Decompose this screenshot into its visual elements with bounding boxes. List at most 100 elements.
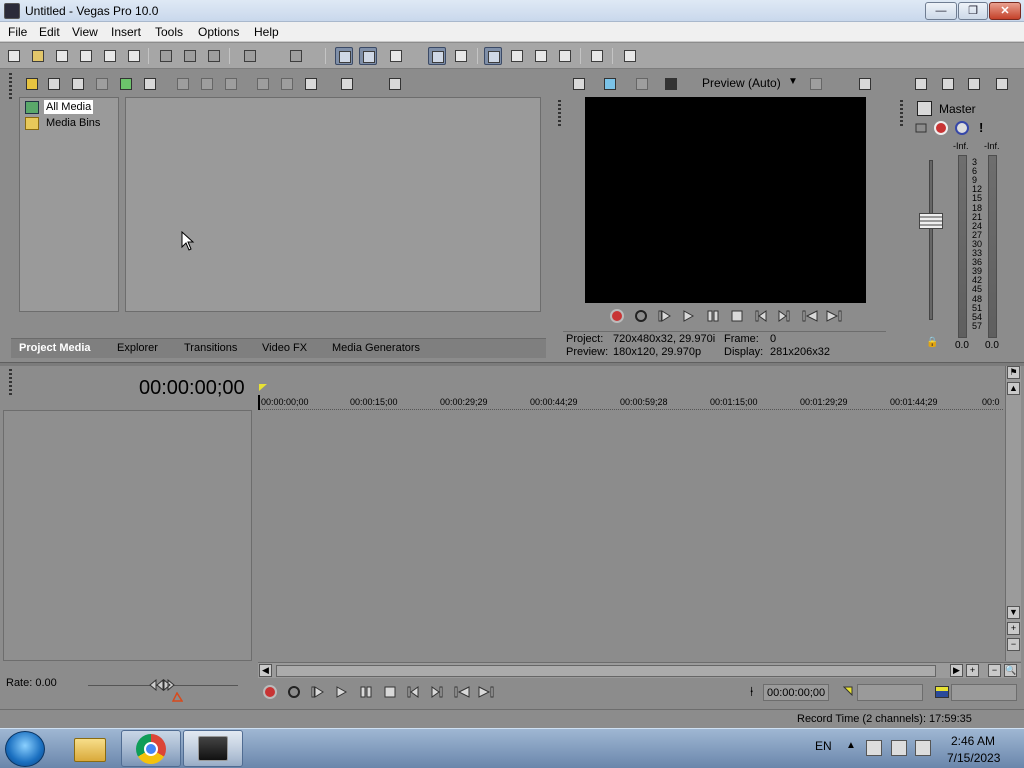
go-to-end-icon[interactable] bbox=[777, 309, 791, 323]
timeline-pause-icon[interactable] bbox=[359, 685, 373, 699]
loop-playback-icon[interactable] bbox=[634, 309, 648, 323]
rate-slider-handle[interactable] bbox=[149, 678, 175, 692]
file-explorer-taskbar-icon[interactable] bbox=[59, 730, 119, 767]
timeline-record-button[interactable] bbox=[263, 685, 277, 699]
timeline-go-to-end-icon[interactable] bbox=[430, 685, 444, 699]
master-volume-slider[interactable] bbox=[919, 213, 943, 229]
vertical-scrollbar[interactable]: ⚑ ▲ ▼ + − bbox=[1005, 366, 1021, 661]
minimize-button[interactable]: — bbox=[925, 2, 957, 20]
scroll-left-icon[interactable]: ◀ bbox=[259, 664, 272, 677]
go-to-start-icon[interactable] bbox=[754, 309, 768, 323]
scroll-right-icon[interactable]: ▶ bbox=[950, 664, 963, 677]
solo-icon[interactable]: ! bbox=[979, 120, 983, 135]
tab-project-media[interactable]: Project Media bbox=[19, 342, 91, 354]
menu-insert[interactable]: Insert bbox=[111, 25, 141, 39]
next-frame-icon[interactable] bbox=[825, 309, 843, 323]
zoom-tool-icon[interactable] bbox=[556, 47, 574, 65]
previous-frame-icon[interactable] bbox=[801, 309, 819, 323]
horizontal-scrollbar[interactable]: ◀ ▶ + − 🔍 bbox=[258, 662, 1021, 678]
master-bus-icon[interactable] bbox=[917, 101, 932, 116]
stop-preview-icon[interactable] bbox=[279, 76, 295, 92]
lock-icon[interactable]: 🔒 bbox=[926, 337, 938, 348]
preview-quality-select[interactable]: Preview (Auto) bbox=[702, 76, 781, 90]
dim-output-icon[interactable] bbox=[966, 76, 982, 92]
open-icon[interactable] bbox=[29, 47, 47, 65]
external-monitor-icon[interactable] bbox=[602, 76, 618, 92]
fx-chain-icon[interactable] bbox=[914, 122, 928, 134]
remove-unused-media-icon[interactable] bbox=[94, 76, 110, 92]
tab-media-generators[interactable]: Media Generators bbox=[332, 342, 420, 354]
zoom-out-time-icon[interactable]: − bbox=[988, 664, 1001, 677]
import-media-icon[interactable] bbox=[24, 76, 40, 92]
tab-video-fx[interactable]: Video FX bbox=[262, 342, 307, 354]
video-preview-screen[interactable] bbox=[585, 97, 866, 303]
copy-icon[interactable] bbox=[181, 47, 199, 65]
capture-video-icon[interactable] bbox=[46, 76, 62, 92]
save-as-icon[interactable] bbox=[77, 47, 95, 65]
pause-icon[interactable] bbox=[706, 309, 720, 323]
ignore-grouping-icon[interactable] bbox=[452, 47, 470, 65]
timeline-loop-icon[interactable] bbox=[287, 685, 301, 699]
master-fx-icon[interactable] bbox=[934, 121, 948, 135]
overlays-icon[interactable] bbox=[663, 76, 679, 92]
undo-icon[interactable] bbox=[241, 47, 259, 65]
timeline-play-from-start-icon[interactable] bbox=[310, 685, 324, 699]
menu-help[interactable]: Help bbox=[254, 25, 279, 39]
search-media-icon[interactable] bbox=[142, 76, 158, 92]
selection-start-field[interactable] bbox=[857, 684, 923, 701]
new-project-icon[interactable] bbox=[5, 47, 23, 65]
show-hidden-icons-icon[interactable]: ▲ bbox=[846, 740, 856, 751]
close-button[interactable]: ✕ bbox=[989, 2, 1021, 20]
tree-item-all-media[interactable]: All Media bbox=[44, 100, 94, 114]
maximize-button[interactable]: ❐ bbox=[958, 2, 988, 20]
scroll-thumb[interactable] bbox=[276, 665, 936, 677]
cursor-time-field[interactable]: 00:00:00;00 bbox=[763, 684, 829, 701]
record-button[interactable] bbox=[610, 309, 624, 323]
chrome-taskbar-icon[interactable] bbox=[121, 730, 181, 767]
media-properties-icon[interactable] bbox=[199, 76, 215, 92]
timeline-play-icon[interactable] bbox=[334, 685, 348, 699]
insert-bus-icon[interactable] bbox=[994, 76, 1010, 92]
whats-this-help-icon[interactable] bbox=[621, 47, 639, 65]
media-list[interactable] bbox=[125, 97, 541, 312]
zoom-in-time-icon[interactable]: + bbox=[966, 664, 979, 677]
menu-edit[interactable]: Edit bbox=[39, 25, 60, 39]
delete-media-icon[interactable] bbox=[175, 76, 191, 92]
clock-time[interactable]: 2:46 AM bbox=[951, 734, 995, 748]
auto-crossfade-icon[interactable] bbox=[359, 47, 377, 65]
scroll-up-icon[interactable]: ▲ bbox=[1007, 382, 1020, 395]
paste-icon[interactable] bbox=[205, 47, 223, 65]
menu-file[interactable]: File bbox=[8, 25, 27, 39]
get-media-from-web-icon[interactable] bbox=[70, 76, 86, 92]
properties-icon[interactable] bbox=[125, 47, 143, 65]
timeline-area[interactable] bbox=[258, 410, 1003, 661]
lock-envelopes-icon[interactable] bbox=[428, 47, 446, 65]
media-extensions-icon[interactable] bbox=[223, 76, 239, 92]
mute-icon[interactable] bbox=[955, 121, 969, 135]
play-from-start-icon[interactable] bbox=[657, 309, 671, 323]
media-fx-icon[interactable] bbox=[118, 76, 134, 92]
cut-icon[interactable] bbox=[157, 47, 175, 65]
timeline-ruler[interactable]: 00:00:00;00 00:00:15;00 00:00:29;29 00:0… bbox=[258, 393, 1003, 410]
start-button[interactable] bbox=[5, 731, 45, 767]
preview-properties-icon[interactable] bbox=[571, 76, 587, 92]
tab-explorer[interactable]: Explorer bbox=[117, 342, 158, 354]
selection-length-field[interactable] bbox=[951, 684, 1017, 701]
menu-tools[interactable]: Tools bbox=[155, 25, 183, 39]
vegas-pro-taskbar-icon[interactable] bbox=[183, 730, 243, 767]
render-as-icon[interactable] bbox=[101, 47, 119, 65]
mixer-properties-icon[interactable] bbox=[913, 76, 929, 92]
ripple-edit-icon[interactable] bbox=[387, 47, 405, 65]
auto-preview-icon[interactable] bbox=[303, 76, 319, 92]
tree-item-media-bins[interactable]: Media Bins bbox=[44, 116, 102, 130]
interactive-tutorials-icon[interactable] bbox=[588, 47, 606, 65]
envelope-tool-icon[interactable] bbox=[508, 47, 526, 65]
stop-icon[interactable] bbox=[730, 309, 744, 323]
zoom-out-vertical-icon[interactable]: − bbox=[1007, 638, 1020, 651]
snapping-icon[interactable] bbox=[335, 47, 353, 65]
split-screen-icon[interactable] bbox=[634, 76, 650, 92]
timeline-previous-frame-icon[interactable] bbox=[453, 685, 471, 699]
menu-view[interactable]: View bbox=[72, 25, 98, 39]
volume-muted-icon[interactable] bbox=[915, 740, 931, 756]
markers-icon[interactable]: ⚑ bbox=[1007, 366, 1020, 379]
